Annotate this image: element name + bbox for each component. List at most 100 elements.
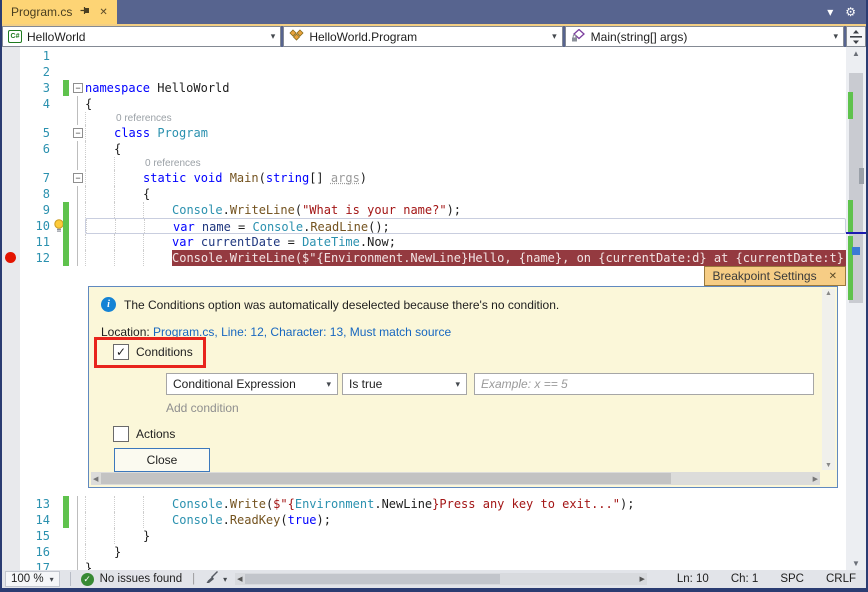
collapse-icon[interactable]: − bbox=[73, 128, 83, 138]
fold-gutter[interactable] bbox=[71, 218, 85, 234]
code-cleanup-button[interactable]: ▾ bbox=[205, 571, 227, 587]
breakpoint-gutter[interactable] bbox=[2, 234, 20, 250]
actions-checkbox[interactable] bbox=[113, 426, 129, 442]
code-line[interactable]: 5−class Program bbox=[2, 125, 846, 141]
code-text[interactable]: Console.Write($"{Environment.NewLine}Pre… bbox=[85, 496, 846, 512]
breakpoint-gutter[interactable] bbox=[2, 157, 20, 170]
code-text[interactable]: namespace HelloWorld bbox=[85, 80, 846, 96]
breakpoint-gutter[interactable] bbox=[2, 528, 20, 544]
fold-gutter[interactable] bbox=[71, 157, 85, 170]
code-text[interactable]: } bbox=[85, 544, 846, 560]
tab-close-icon[interactable]: ✕ bbox=[99, 7, 107, 18]
scrollbar-thumb[interactable] bbox=[245, 574, 500, 584]
fold-gutter[interactable] bbox=[71, 560, 85, 570]
code-line[interactable]: 11var currentDate = DateTime.Now; bbox=[2, 234, 846, 250]
code-text[interactable]: { bbox=[85, 141, 846, 157]
code-line[interactable]: 17} bbox=[2, 560, 846, 570]
panel-vertical-scrollbar[interactable]: ▲ ▼ bbox=[822, 289, 835, 470]
fold-gutter[interactable] bbox=[71, 250, 85, 266]
tab-program-cs[interactable]: Program.cs ✕ bbox=[2, 0, 117, 24]
code-line[interactable]: 3−namespace HelloWorld bbox=[2, 80, 846, 96]
scrollbar-thumb[interactable] bbox=[101, 473, 671, 484]
chevron-down-icon[interactable]: ▾ bbox=[827, 6, 833, 18]
fold-gutter[interactable]: − bbox=[71, 80, 85, 96]
code-text[interactable] bbox=[85, 64, 846, 80]
chevron-down-icon[interactable]: ▾ bbox=[223, 575, 227, 584]
code-editor[interactable]: 123−namespace HelloWorld4{0 references5−… bbox=[2, 47, 866, 570]
code-text[interactable]: 0 references bbox=[85, 112, 846, 125]
breakpoint-settings-tab[interactable]: Breakpoint Settings ✕ bbox=[704, 266, 846, 286]
project-dropdown[interactable]: C# HelloWorld ▾ bbox=[2, 26, 281, 47]
breakpoint-gutter[interactable] bbox=[2, 96, 20, 112]
breakpoint-gutter[interactable] bbox=[2, 80, 20, 96]
code-text[interactable]: var name = Console.ReadLine(); bbox=[85, 218, 846, 234]
scroll-left-icon[interactable]: ◀ bbox=[237, 575, 242, 583]
scroll-up-icon[interactable]: ▲ bbox=[846, 49, 866, 58]
code-line[interactable]: 4{ bbox=[2, 96, 846, 112]
code-text[interactable]: { bbox=[85, 96, 846, 112]
code-text[interactable]: Console.WriteLine($"{Environment.NewLine… bbox=[85, 250, 846, 266]
collapse-icon[interactable]: − bbox=[73, 83, 83, 93]
code-text[interactable]: 0 references bbox=[85, 157, 846, 170]
fold-gutter[interactable] bbox=[71, 96, 85, 112]
breakpoint-gutter[interactable] bbox=[2, 496, 20, 512]
code-line[interactable]: 9Console.WriteLine("What is your name?")… bbox=[2, 202, 846, 218]
condition-operator-dropdown[interactable]: Is true ▾ bbox=[342, 373, 467, 395]
fold-gutter[interactable] bbox=[71, 496, 85, 512]
breakpoint-settings-close-icon[interactable]: ✕ bbox=[829, 271, 837, 282]
fold-gutter[interactable] bbox=[71, 544, 85, 560]
code-text[interactable]: { bbox=[85, 186, 846, 202]
breakpoint-gutter[interactable] bbox=[2, 250, 20, 266]
pin-icon[interactable] bbox=[80, 5, 91, 19]
breakpoint-gutter[interactable] bbox=[2, 112, 20, 125]
conditions-checkbox[interactable]: ✓ bbox=[113, 344, 129, 360]
code-line[interactable]: 7−static void Main(string[] args) bbox=[2, 170, 846, 186]
code-line[interactable]: 12Console.WriteLine($"{Environment.NewLi… bbox=[2, 250, 846, 266]
fold-gutter[interactable] bbox=[71, 512, 85, 528]
breakpoint-gutter[interactable] bbox=[2, 170, 20, 186]
breakpoint-gutter[interactable] bbox=[2, 186, 20, 202]
scroll-down-icon[interactable]: ▼ bbox=[846, 559, 866, 568]
zoom-control[interactable]: 100 % ▾ bbox=[5, 571, 60, 587]
scroll-left-icon[interactable]: ◀ bbox=[93, 475, 98, 483]
fold-gutter[interactable] bbox=[71, 141, 85, 157]
fold-gutter[interactable] bbox=[71, 48, 85, 64]
code-text[interactable]: static void Main(string[] args) bbox=[85, 170, 846, 186]
close-button[interactable]: Close bbox=[114, 448, 210, 472]
editor-horizontal-scrollbar[interactable]: ◀ ▶ bbox=[235, 573, 647, 585]
gear-icon[interactable]: ⚙ bbox=[845, 6, 856, 18]
breakpoint-gutter[interactable] bbox=[2, 48, 20, 64]
code-line[interactable]: 1 bbox=[2, 48, 846, 64]
fold-gutter[interactable] bbox=[71, 112, 85, 125]
code-line[interactable]: 2 bbox=[2, 64, 846, 80]
code-line[interactable]: 16} bbox=[2, 544, 846, 560]
breakpoint-gutter[interactable] bbox=[2, 202, 20, 218]
fold-gutter[interactable] bbox=[71, 234, 85, 250]
scroll-right-icon[interactable]: ▶ bbox=[813, 475, 818, 483]
breakpoint-gutter[interactable] bbox=[2, 141, 20, 157]
breakpoint-gutter[interactable] bbox=[2, 64, 20, 80]
document-health-indicator[interactable]: ✓ No issues found bbox=[81, 573, 182, 586]
scroll-down-icon[interactable]: ▼ bbox=[822, 462, 835, 469]
add-condition-link[interactable]: Add condition bbox=[166, 401, 239, 415]
actions-checkbox-row[interactable]: Actions bbox=[113, 426, 175, 442]
fold-gutter[interactable] bbox=[71, 64, 85, 80]
code-text[interactable]: Console.WriteLine("What is your name?"); bbox=[85, 202, 846, 218]
line-ending-indicator[interactable]: CRLF bbox=[826, 573, 856, 585]
panel-horizontal-scrollbar[interactable]: ◀ ▶ bbox=[91, 472, 820, 485]
scroll-right-icon[interactable]: ▶ bbox=[639, 575, 644, 583]
scroll-up-icon[interactable]: ▲ bbox=[822, 290, 835, 297]
fold-gutter[interactable]: − bbox=[71, 125, 85, 141]
code-line[interactable]: 14Console.ReadKey(true); bbox=[2, 512, 846, 528]
code-line[interactable]: 13Console.Write($"{Environment.NewLine}P… bbox=[2, 496, 846, 512]
condition-type-dropdown[interactable]: Conditional Expression ▾ bbox=[166, 373, 338, 395]
split-editor-handle[interactable] bbox=[846, 26, 866, 47]
fold-gutter[interactable]: − bbox=[71, 170, 85, 186]
editor-vertical-scrollbar[interactable]: ▲ ▼ bbox=[846, 47, 866, 570]
code-text[interactable] bbox=[85, 48, 846, 64]
conditions-checkbox-row[interactable]: ✓ Conditions bbox=[113, 344, 193, 360]
breakpoint-gutter[interactable] bbox=[2, 544, 20, 560]
breakpoint-gutter[interactable] bbox=[2, 560, 20, 570]
collapse-icon[interactable]: − bbox=[73, 173, 83, 183]
breakpoint-gutter[interactable] bbox=[2, 125, 20, 141]
